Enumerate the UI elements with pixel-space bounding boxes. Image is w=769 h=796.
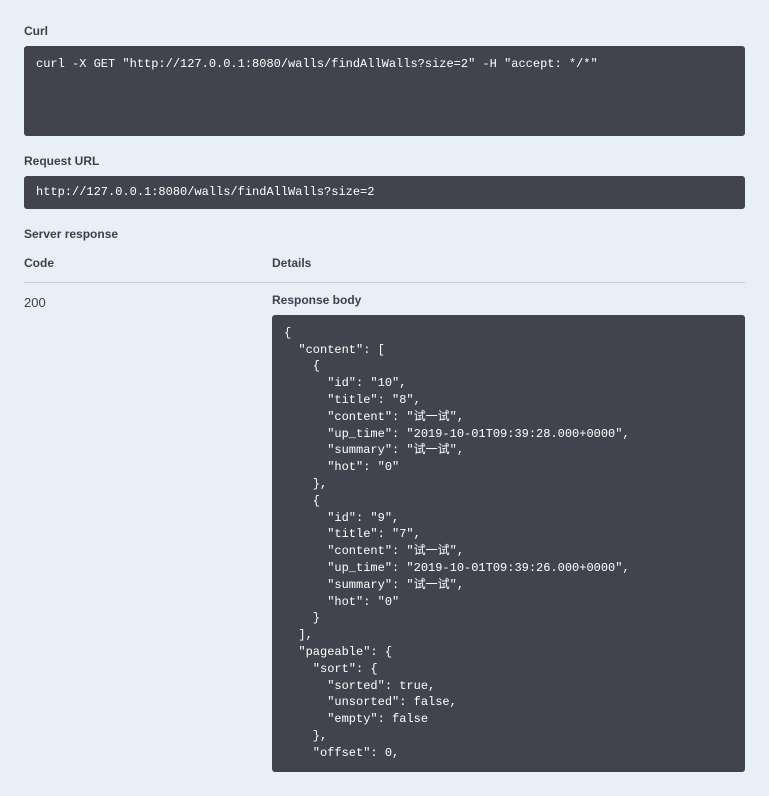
request-url-block[interactable]: http://127.0.0.1:8080/walls/findAllWalls…	[24, 176, 745, 209]
curl-label: Curl	[24, 24, 745, 38]
response-body-block[interactable]: { "content": [ { "id": "10", "title": "8…	[272, 315, 745, 772]
request-url-label: Request URL	[24, 154, 745, 168]
curl-command-block[interactable]: curl -X GET "http://127.0.0.1:8080/walls…	[24, 46, 745, 136]
code-header: Code	[24, 256, 54, 270]
details-header: Details	[272, 256, 311, 270]
response-body-label: Response body	[272, 293, 745, 307]
status-code: 200	[24, 293, 272, 310]
response-row: 200 Response body { "content": [ { "id":…	[24, 293, 745, 772]
table-divider	[24, 282, 745, 283]
response-table-header: Code Details	[24, 255, 745, 282]
server-response-label: Server response	[24, 227, 745, 241]
